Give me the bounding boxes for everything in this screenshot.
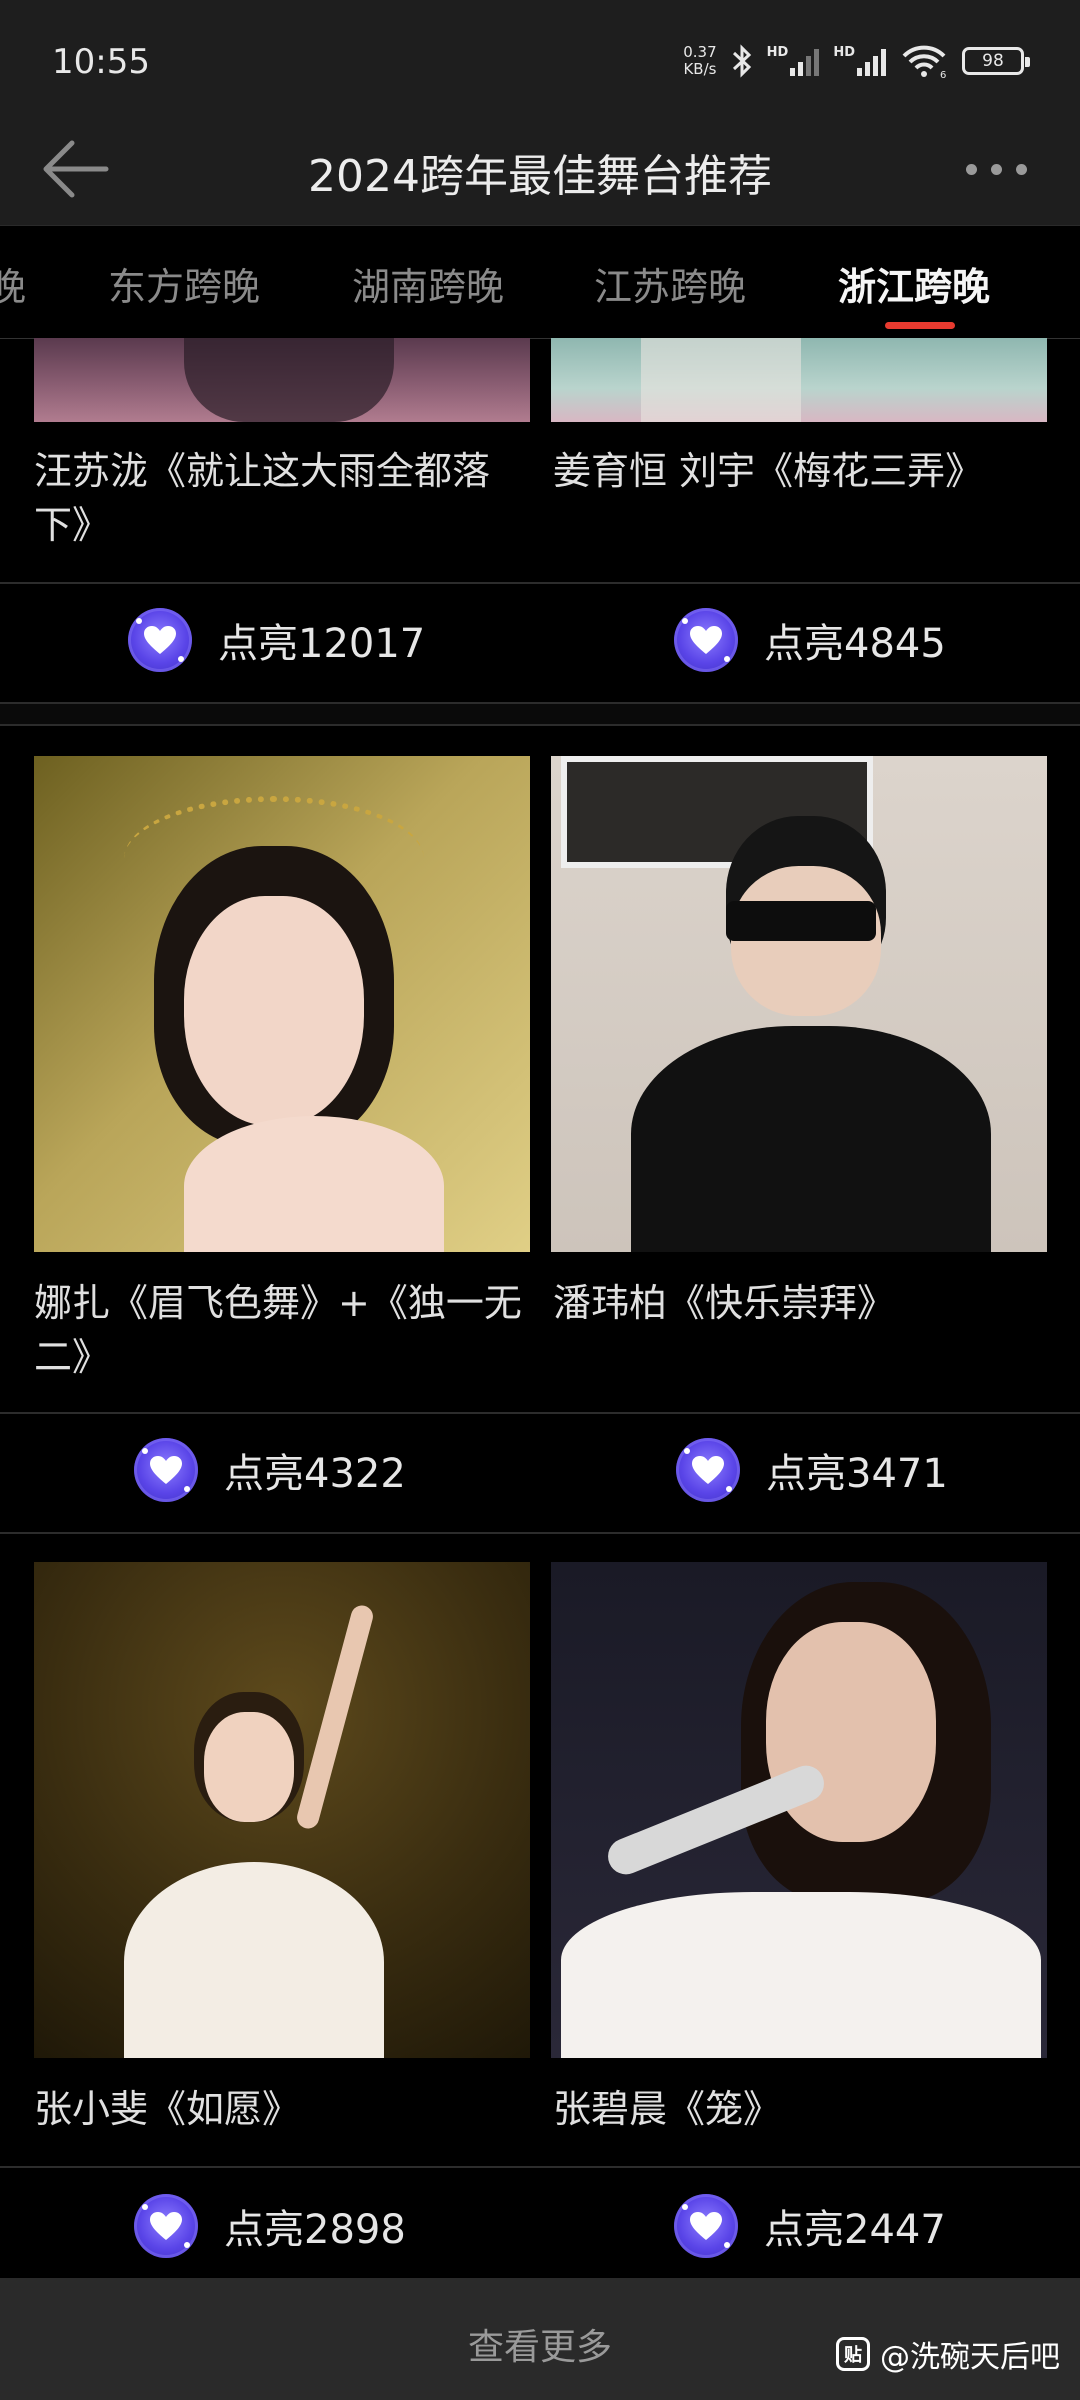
heart-icon — [674, 608, 738, 672]
net-speed: 0.37 KB/s — [683, 43, 717, 78]
like-count: 点亮4845 — [764, 621, 946, 667]
tieba-icon: 贴 — [836, 2337, 870, 2371]
bluetooth-icon — [732, 44, 751, 78]
row-gap — [0, 704, 1080, 724]
like-count: 点亮2898 — [224, 2207, 406, 2253]
card-thumbnail[interactable] — [551, 1562, 1047, 2058]
card-thumbnail[interactable] — [551, 756, 1047, 1252]
card-caption[interactable]: 潘玮柏《快乐崇拜》 — [553, 1276, 1053, 1330]
card-thumbnail[interactable] — [34, 1562, 530, 2058]
card-thumbnail[interactable] — [34, 338, 530, 422]
card-thumbnail[interactable] — [34, 756, 530, 1252]
divider — [0, 1412, 1080, 1414]
divider — [0, 582, 1080, 584]
battery-icon: 98 — [962, 47, 1030, 75]
tab-hunan[interactable]: 湖南跨晚 — [352, 256, 504, 311]
divider — [0, 724, 1080, 726]
tab-jiangsu[interactable]: 江苏跨晚 — [594, 256, 746, 311]
watermark-text: @洗碗天后吧 — [880, 2340, 1060, 2375]
like-button[interactable]: 点亮3471 — [676, 1438, 948, 1502]
svg-text:6: 6 — [940, 70, 946, 79]
status-icons: 0.37 KB/s HD HD 6 98 — [683, 36, 1030, 86]
heart-icon — [128, 608, 192, 672]
tab-partial[interactable]: 晚 — [0, 256, 26, 311]
more-options-icon[interactable] — [966, 154, 1036, 184]
heart-icon — [134, 2194, 198, 2258]
divider — [0, 1532, 1080, 1534]
divider — [0, 2166, 1080, 2168]
like-button[interactable]: 点亮4845 — [674, 608, 946, 672]
like-button[interactable]: 点亮2898 — [134, 2194, 406, 2258]
status-bar: 10:55 0.37 KB/s HD HD 6 98 — [0, 0, 1080, 120]
heart-icon — [674, 2194, 738, 2258]
watermark: 贴 @洗碗天后吧 — [836, 2332, 1060, 2376]
active-tab-indicator — [885, 322, 955, 329]
like-count: 点亮3471 — [766, 1451, 948, 1497]
tab-bar: 晚 东方跨晚 湖南跨晚 江苏跨晚 浙江跨晚 — [0, 225, 1080, 339]
signal-1-icon: HD — [767, 46, 820, 76]
like-count: 点亮12017 — [218, 621, 426, 667]
like-button[interactable]: 点亮2447 — [674, 2194, 946, 2258]
heart-icon — [676, 1438, 740, 1502]
card-caption[interactable]: 娜扎《眉飞色舞》+《独一无二》 — [34, 1276, 534, 1384]
app-header: 2024跨年最佳舞台推荐 — [0, 120, 1080, 225]
tab-dongfang[interactable]: 东方跨晚 — [108, 256, 260, 311]
signal-2-icon: HD — [833, 46, 886, 76]
like-count: 点亮2447 — [764, 2207, 946, 2253]
status-time: 10:55 — [52, 42, 150, 82]
like-count: 点亮4322 — [224, 1451, 406, 1497]
tab-zhejiang[interactable]: 浙江跨晚 — [838, 256, 990, 311]
card-caption[interactable]: 姜育恒 刘宇《梅花三弄》 — [553, 444, 1053, 498]
page-title: 2024跨年最佳舞台推荐 — [308, 151, 772, 202]
like-button[interactable]: 点亮4322 — [134, 1438, 406, 1502]
card-caption[interactable]: 张小斐《如愿》 — [34, 2082, 534, 2136]
like-button[interactable]: 点亮12017 — [128, 608, 425, 672]
card-caption[interactable]: 张碧晨《笼》 — [553, 2082, 1053, 2136]
heart-icon — [134, 1438, 198, 1502]
stage-list: 汪苏泷《就让这大雨全都落下》 姜育恒 刘宇《梅花三弄》 点亮12017 点亮48… — [0, 338, 1080, 2278]
card-caption[interactable]: 汪苏泷《就让这大雨全都落下》 — [34, 444, 534, 552]
card-thumbnail[interactable] — [551, 338, 1047, 422]
wifi-icon: 6 — [902, 45, 946, 79]
